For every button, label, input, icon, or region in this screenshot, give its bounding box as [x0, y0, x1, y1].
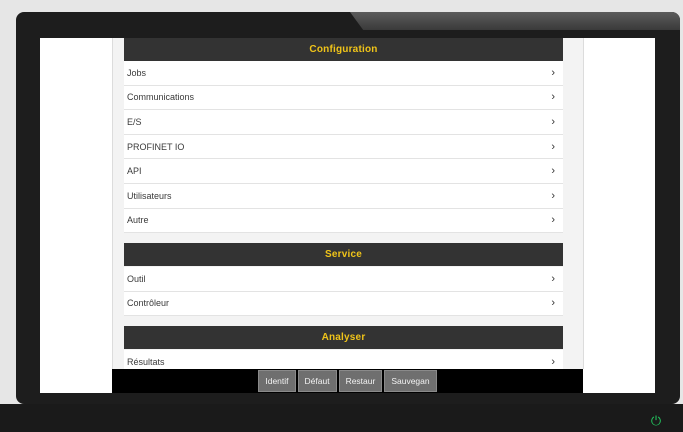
menu-item-utilisateurs[interactable]: Utilisateurs ›: [124, 184, 563, 209]
sauvegarde-button[interactable]: Sauvegan: [384, 370, 437, 392]
chevron-right-icon: ›: [551, 272, 555, 285]
configuration-list: Jobs › Communications › E/S › PROFINET IO › …: [124, 61, 563, 234]
section-header-service: Service: [124, 243, 563, 266]
section-title: Analyser: [321, 332, 366, 343]
analyser-list: Résultats ›: [124, 350, 563, 369]
service-list: Outil › Contrôleur ›: [124, 267, 563, 317]
chevron-right-icon: ›: [551, 214, 555, 227]
chevron-right-icon: ›: [551, 115, 555, 128]
chevron-right-icon: ›: [551, 189, 555, 202]
chevron-right-icon: ›: [551, 140, 555, 153]
footer-toolbar: Identif Défaut Restaur Sauvegan: [112, 369, 583, 393]
chevron-right-icon: ›: [551, 165, 555, 178]
section-title: Configuration: [309, 44, 378, 55]
bezel-glare: [350, 12, 680, 30]
menu-item-es[interactable]: E/S ›: [124, 110, 563, 135]
chevron-right-icon: ›: [551, 91, 555, 104]
power-icon[interactable]: ⏻: [649, 414, 663, 428]
menu-item-profinet-io[interactable]: PROFINET IO ›: [124, 135, 563, 160]
menu-item-controleur[interactable]: Contrôleur ›: [124, 292, 563, 317]
section-header-analyser: Analyser: [124, 326, 563, 349]
identif-button[interactable]: Identif: [258, 370, 296, 392]
restaur-button[interactable]: Restaur: [338, 370, 383, 392]
screen: Configuration Jobs › Communications › E/S ›…: [40, 38, 655, 393]
section-title: Service: [325, 249, 362, 260]
chevron-right-icon: ›: [551, 297, 555, 310]
menu-item-communications[interactable]: Communications ›: [124, 86, 563, 111]
section-header-configuration: Configuration: [124, 38, 563, 61]
chevron-right-icon: ›: [551, 355, 555, 368]
menu-item-resultats[interactable]: Résultats ›: [124, 350, 563, 369]
menu-item-autre[interactable]: Autre ›: [124, 209, 563, 234]
chevron-right-icon: ›: [551, 66, 555, 79]
menu-item-api[interactable]: API ›: [124, 159, 563, 184]
defaut-button[interactable]: Défaut: [297, 370, 337, 392]
menu-item-outil[interactable]: Outil ›: [124, 267, 563, 292]
menu-panel: Configuration Jobs › Communications › E/S ›…: [112, 38, 584, 369]
monitor-base: [0, 404, 683, 432]
menu-item-jobs[interactable]: Jobs ›: [124, 61, 563, 86]
